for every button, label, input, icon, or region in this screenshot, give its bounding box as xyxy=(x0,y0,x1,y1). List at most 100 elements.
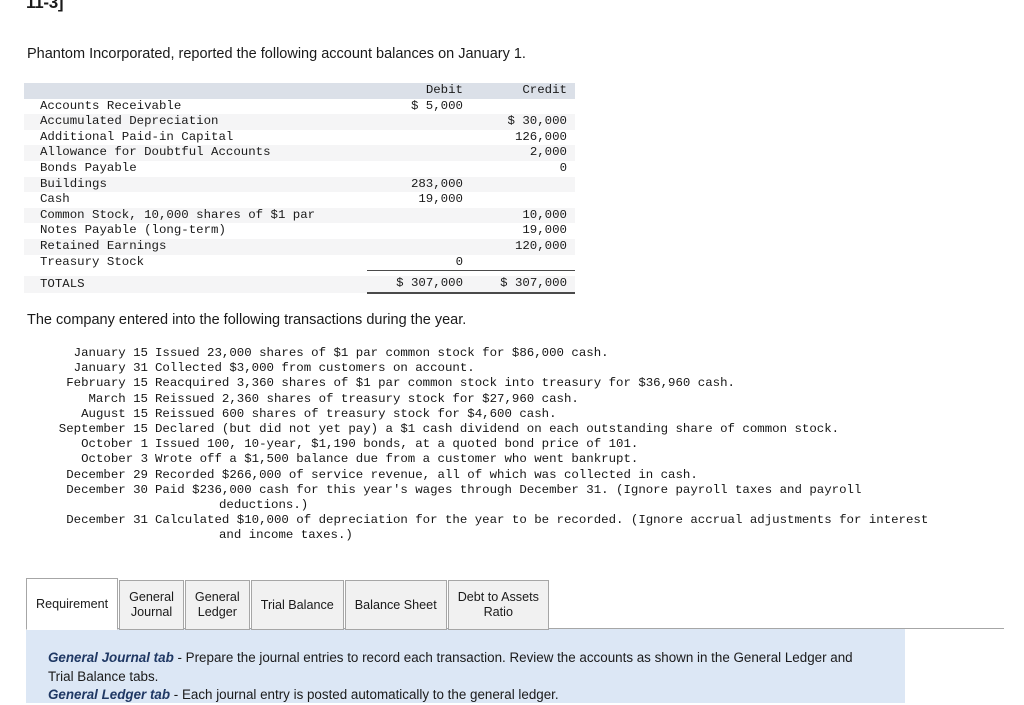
cell-totals-credit: $ 307,000 xyxy=(471,276,575,294)
cell-account-name: Allowance for Doubtful Accounts xyxy=(40,145,271,160)
tab-debt-to-assets-ratio[interactable]: Debt to Assets Ratio xyxy=(447,580,549,630)
table-header: Debit Credit xyxy=(24,83,575,99)
table-body: Accounts Receivable $ 5,000 Accumulated De… xyxy=(24,98,575,294)
table-row: Common Stock, 10,000 shares of $1 par 10,… xyxy=(24,207,575,224)
tab-label-line1: Debt to Assets xyxy=(457,590,539,604)
transaction-row: January 15 Issued 23,000 shares of $1 par… xyxy=(24,346,1004,361)
cell-credit: 126,000 xyxy=(514,129,567,144)
instruction-line: General Journal tab - Prepare the journa… xyxy=(48,649,868,686)
tab-requirement[interactable]: Requirement xyxy=(26,578,119,630)
instructions-panel: General Journal tab - Prepare the journa… xyxy=(26,629,905,703)
table-row: Allowance for Doubtful Accounts 2,000 xyxy=(24,145,575,161)
transaction-row: December 30 Paid $236,000 cash for this y… xyxy=(24,483,1004,513)
transaction-description-line1: Calculated $10,000 of depreciation for t… xyxy=(155,513,929,528)
transaction-row: December 29 Recorded $266,000 of service … xyxy=(24,468,1004,483)
transaction-description-line1: Declared (but did not yet pay) a $1 cash… xyxy=(155,422,840,437)
transaction-description-line1: Collected $3,000 from customers on accou… xyxy=(155,361,475,376)
transaction-row: December 31 Calculated $10,000 of depreci… xyxy=(24,513,1004,543)
tab-label-line1: Balance Sheet xyxy=(354,597,437,612)
problem-id-heading: 11-3] xyxy=(26,0,64,12)
transaction-date: December 31 xyxy=(66,513,148,528)
table-totals-row: TOTALS $ 307,000 $ 307,000 xyxy=(24,276,575,294)
cell-account-name: Buildings xyxy=(40,176,107,191)
transaction-description-line2: and income taxes.) xyxy=(219,528,353,543)
cell-debit xyxy=(367,208,471,224)
tab-general-ledger[interactable]: General Ledger xyxy=(184,580,250,630)
tab-balance-sheet[interactable]: Balance Sheet xyxy=(344,580,447,630)
cell-account-name: Bonds Payable xyxy=(40,160,137,175)
transaction-description: Reissued 2,360 shares of treasury stock … xyxy=(155,392,1004,407)
transaction-description-line1: Wrote off a $1,500 balance due from a cu… xyxy=(155,452,639,467)
transaction-description-line1: Reissued 600 shares of treasury stock fo… xyxy=(155,406,557,421)
transaction-description: Calculated $10,000 of depreciation for t… xyxy=(155,513,1004,543)
account-balances-table: Debit Credit Accounts Receivable $ 5,000 A… xyxy=(24,83,575,294)
transaction-description: Issued 23,000 shares of $1 par common st… xyxy=(155,346,1004,361)
tab-label: General Ledger xyxy=(195,590,240,620)
transaction-date: October 3 xyxy=(81,452,148,467)
transaction-row: October 1 Issued 100, 10-year, $1,190 bon… xyxy=(24,437,1004,452)
transactions-list: January 15 Issued 23,000 shares of $1 par… xyxy=(24,346,1004,544)
transaction-date: October 1 xyxy=(81,437,148,452)
cell-debit xyxy=(367,130,471,146)
transaction-row: September 15 Declared (but did not yet pa… xyxy=(24,422,1004,437)
transaction-description-line1: Issued 100, 10-year, $1,190 bonds, at a … xyxy=(155,437,639,452)
transaction-description-line1: Reissued 2,360 shares of treasury stock … xyxy=(155,391,579,406)
table-row: Additional Paid-in Capital 126,000 xyxy=(24,129,575,146)
cell-credit xyxy=(471,192,575,208)
tab-trial-balance[interactable]: Trial Balance xyxy=(250,580,344,630)
transaction-description-line2: deductions.) xyxy=(219,498,309,513)
cell-debit xyxy=(367,114,471,130)
transaction-date: January 31 xyxy=(73,361,148,376)
instruction-line: General Ledger tab - Each journal entry … xyxy=(48,686,868,705)
transaction-description: Reacquired 3,360 shares of $1 par common… xyxy=(155,376,1004,391)
cell-credit: 120,000 xyxy=(514,238,567,253)
cell-credit: 19,000 xyxy=(522,223,567,238)
transaction-description: Issued 100, 10-year, $1,190 bonds, at a … xyxy=(155,437,1004,452)
transaction-date: March 15 xyxy=(88,391,149,406)
transaction-date: December 30 xyxy=(66,482,148,497)
cell-debit: 0 xyxy=(367,254,471,272)
table-row: Treasury Stock 0 xyxy=(24,254,575,272)
cell-credit xyxy=(471,177,575,193)
transaction-row: January 31 Collected $3,000 from customer… xyxy=(24,361,1004,376)
cell-account-name: Treasury Stock xyxy=(40,254,145,269)
transaction-row: August 15 Reissued 600 shares of treasury… xyxy=(24,407,1004,422)
transactions-body: January 15 Issued 23,000 shares of $1 par… xyxy=(24,346,1004,544)
cell-account-name: Accumulated Depreciation xyxy=(40,114,219,129)
tab-strip[interactable]: Requirement General Journal General Ledger Tr… xyxy=(26,578,550,630)
cell-credit: 0 xyxy=(559,160,567,175)
intro-paragraph: Phantom Incorporated, reported the follo… xyxy=(27,46,526,62)
cell-debit xyxy=(367,223,471,239)
transaction-description: Recorded $266,000 of service revenue, al… xyxy=(155,468,1004,483)
cell-debit: 283,000 xyxy=(410,176,463,191)
column-header-credit: Credit xyxy=(522,83,567,97)
cell-account-name: Additional Paid-in Capital xyxy=(40,129,234,144)
tab-label-line1: General xyxy=(129,590,174,604)
transaction-date: August 15 xyxy=(81,406,148,421)
tab-label: General Journal xyxy=(129,590,174,620)
cell-account-name: Retained Earnings xyxy=(40,238,167,253)
cell-debit xyxy=(367,239,471,255)
cell-credit xyxy=(471,254,575,272)
instruction-tab-name: General Ledger tab xyxy=(48,687,171,702)
cell-account-name: Notes Payable (long-term) xyxy=(40,223,226,238)
tab-label: Debt to Assets Ratio xyxy=(458,590,539,620)
tab-label-line2: Journal xyxy=(130,605,173,619)
column-header-account xyxy=(24,83,367,99)
tab-label: Trial Balance xyxy=(261,598,334,613)
transaction-row: February 15 Reacquired 3,360 shares of $1… xyxy=(24,376,1004,391)
cell-totals-label: TOTALS xyxy=(40,276,85,291)
table-row: Notes Payable (long-term) 19,000 xyxy=(24,223,575,239)
cell-account-name: Common Stock, 10,000 shares of $1 par xyxy=(40,207,316,222)
table-row: Accumulated Depreciation $ 30,000 xyxy=(24,114,575,130)
tab-label-line1: General xyxy=(194,590,240,604)
transactions-paragraph: The company entered into the following t… xyxy=(27,312,467,328)
cell-credit: 2,000 xyxy=(529,145,567,160)
tab-general-journal[interactable]: General Journal xyxy=(119,580,184,630)
cell-totals-debit: $ 307,000 xyxy=(367,276,471,294)
cell-debit: $ 5,000 xyxy=(410,98,463,113)
cell-debit: 19,000 xyxy=(418,192,463,207)
transaction-date: September 15 xyxy=(58,422,148,437)
table-row: Bonds Payable 0 xyxy=(24,160,575,177)
table-row: Accounts Receivable $ 5,000 xyxy=(24,98,575,115)
